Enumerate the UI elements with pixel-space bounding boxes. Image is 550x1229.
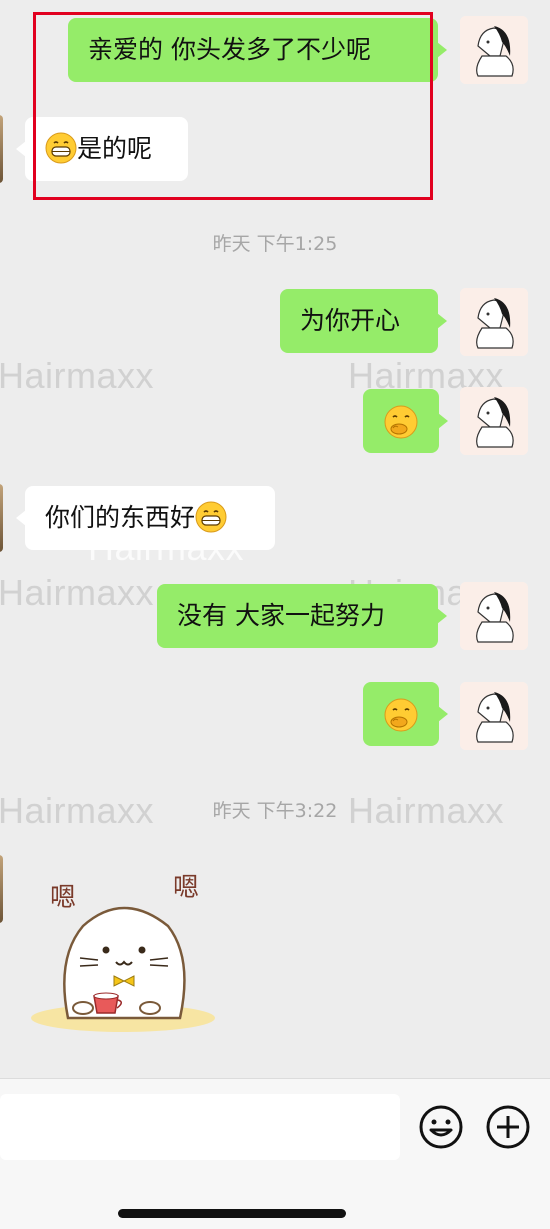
sent-message-bubble[interactable]: 没有 大家一起努力: [157, 584, 447, 648]
message-text: 为你开心: [300, 306, 401, 335]
timestamp: 昨天 下午1:25: [212, 233, 338, 255]
home-indicator[interactable]: [118, 1209, 346, 1218]
avatar-illustration-icon: [460, 288, 528, 356]
sent-emoji-bubble[interactable]: [363, 682, 448, 746]
user-avatar[interactable]: [460, 288, 528, 356]
avatar-illustration-icon: [460, 387, 528, 455]
contact-avatar[interactable]: [0, 855, 3, 923]
emoji-button[interactable]: [418, 1104, 464, 1150]
smiley-icon: [419, 1105, 463, 1149]
user-avatar[interactable]: [460, 16, 528, 84]
user-avatar[interactable]: [460, 387, 528, 455]
contact-avatar[interactable]: [0, 115, 3, 183]
hand-over-mouth-emoji-icon: [384, 405, 418, 439]
input-bar: [0, 1078, 550, 1229]
message-text: 你们的东西好: [45, 503, 196, 532]
sticker-right-text: 嗯: [173, 873, 199, 903]
timestamp: 昨天 下午3:22: [212, 800, 338, 822]
user-avatar[interactable]: [460, 582, 528, 650]
contact-avatar[interactable]: [0, 484, 3, 552]
plus-button[interactable]: [485, 1104, 531, 1150]
message-text: 没有 大家一起努力: [177, 601, 385, 630]
avatar-illustration-icon: [460, 582, 528, 650]
watermark: Hairmaxx: [0, 572, 155, 613]
sticker-left-text: 嗯: [50, 883, 76, 913]
user-avatar[interactable]: [460, 682, 528, 750]
chat-area[interactable]: Hairmaxx Hairmaxx Hairmaxx Hairmaxx Hair…: [0, 0, 550, 1078]
highlight-box: [33, 12, 433, 200]
sent-emoji-bubble[interactable]: [363, 389, 448, 453]
sent-message-bubble[interactable]: 为你开心: [280, 289, 447, 353]
seal-sticker[interactable]: 嗯 嗯: [28, 868, 223, 1033]
message-input[interactable]: [0, 1094, 400, 1160]
hand-over-mouth-emoji-icon: [384, 698, 418, 732]
received-message-bubble[interactable]: 你们的东西好: [16, 486, 275, 550]
avatar-illustration-icon: [460, 682, 528, 750]
grinning-emoji-icon: [195, 501, 227, 533]
avatar-illustration-icon: [460, 16, 528, 84]
plus-circle-icon: [486, 1105, 530, 1149]
watermark: Hairmaxx: [0, 355, 155, 396]
